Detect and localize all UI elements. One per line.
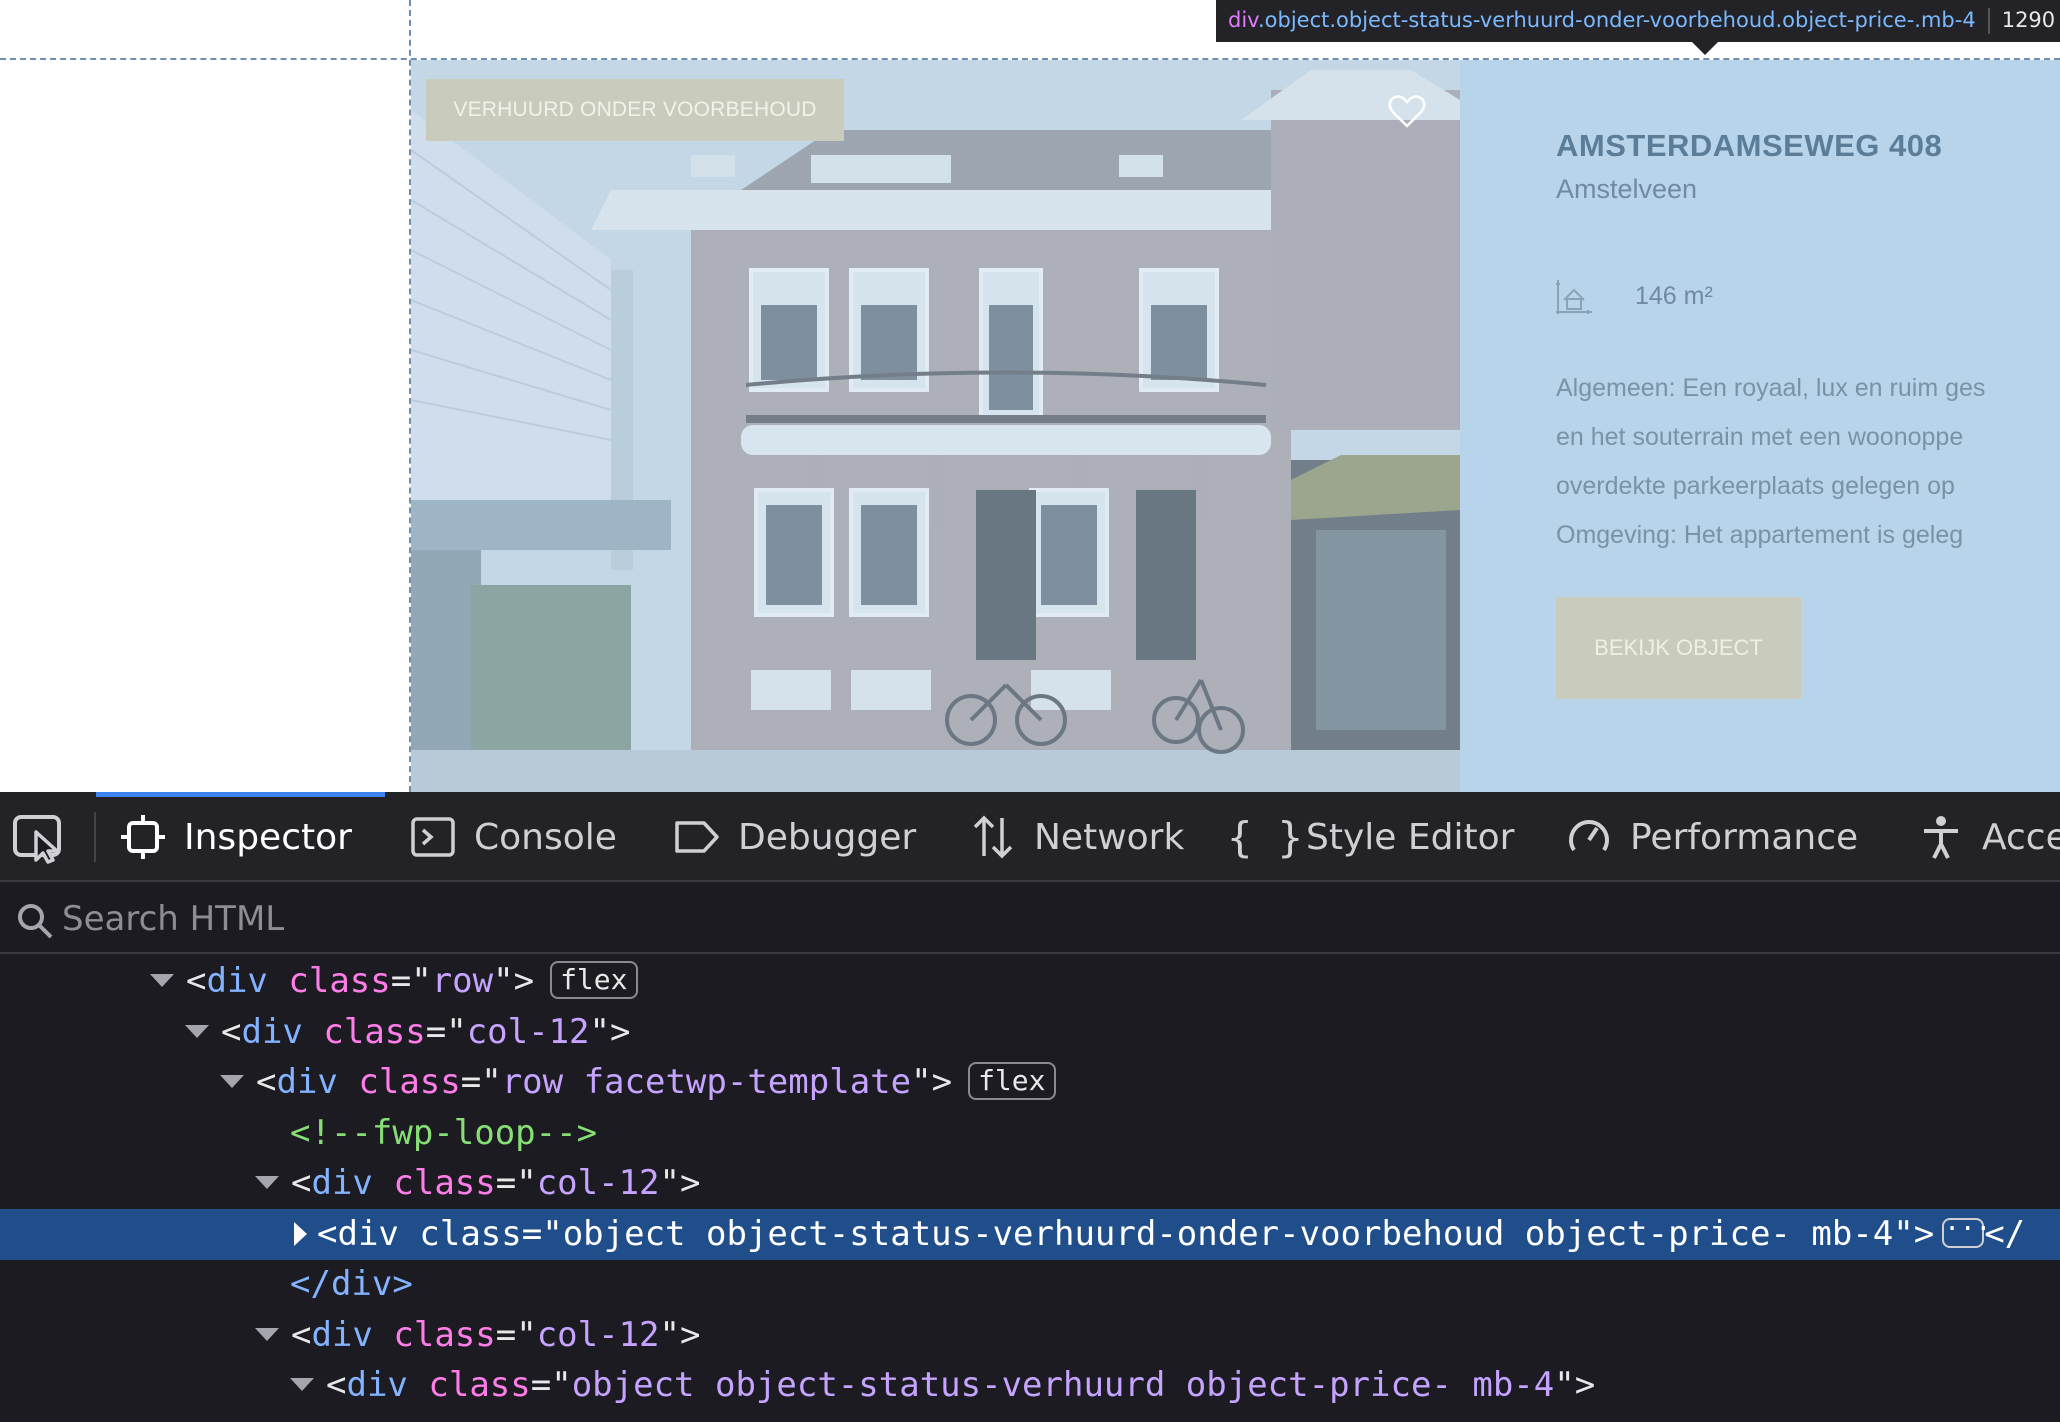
expand-arrow-icon[interactable] — [255, 1328, 279, 1341]
tab-label: Acce — [1982, 816, 2060, 858]
element-picker-icon[interactable] — [12, 814, 66, 864]
expand-arrow-icon[interactable] — [220, 1075, 244, 1088]
flex-badge[interactable]: flex — [968, 1061, 1056, 1100]
infobar-tag: div — [1228, 8, 1258, 32]
tab-debugger[interactable]: Debugger — [674, 792, 916, 882]
tree-node[interactable]: <div class="row"> flex — [0, 956, 2060, 1007]
style-editor-icon: { } — [1227, 812, 1303, 862]
tab-console[interactable]: Console — [410, 792, 617, 882]
tab-label: Inspector — [184, 816, 352, 858]
view-object-button[interactable]: BEKIJK OBJECT — [1556, 597, 1801, 699]
closing-tag: </div> — [290, 1264, 413, 1304]
living-area-icon — [1556, 280, 1592, 314]
search-icon — [18, 904, 53, 939]
highlighter-infobar: div.object.object-status-verhuurd-onder-… — [1216, 0, 2060, 42]
status-badge: VERHUURD ONDER VOORBEHOUD — [426, 79, 844, 141]
object-description: Algemeen: Een royaal, lux en ruim ges en… — [1556, 364, 2060, 560]
html-search-bar — [0, 884, 2060, 954]
tree-node[interactable]: <div class="col-12"> — [0, 1007, 2060, 1058]
tree-node[interactable]: <div class="col-12"> — [0, 1310, 2060, 1361]
building-photo — [411, 60, 1460, 792]
description-line: en het souterrain met een woonoppe — [1556, 423, 1964, 451]
tab-label: Performance — [1630, 816, 1859, 858]
expand-arrow-icon[interactable] — [150, 974, 174, 987]
living-area-value: 146 m² — [1635, 282, 1713, 310]
tree-node[interactable]: <div class="object object-status-verhuur… — [0, 1360, 2060, 1411]
tab-inspector[interactable]: Inspector — [120, 792, 352, 882]
tree-node[interactable]: <div class="col-12"> — [0, 1158, 2060, 1209]
toolbar-divider — [94, 812, 96, 862]
heart-icon[interactable] — [1387, 92, 1427, 132]
tab-label: Debugger — [738, 816, 917, 858]
collapse-arrow-icon[interactable] — [294, 1221, 307, 1246]
tree-node[interactable]: </div> — [0, 1259, 2060, 1310]
tab-performance[interactable]: Performance — [1566, 792, 1858, 882]
infobar-classes: .object.object-status-verhuurd-onder-voo… — [1257, 8, 1976, 32]
object-title[interactable]: AMSTERDAMSEWEG 408 — [1556, 128, 1942, 164]
tab-accessibility[interactable]: Acce — [1918, 792, 2060, 882]
tab-network[interactable]: Network — [970, 792, 1184, 882]
console-icon — [410, 814, 456, 860]
tab-label: Console — [474, 816, 617, 858]
debugger-icon — [674, 814, 720, 860]
infobar-arrow — [1692, 42, 1718, 55]
expand-arrow-icon[interactable] — [255, 1176, 279, 1189]
devtools-toolbar: Inspector Console Debugger Network { } S… — [0, 792, 2060, 882]
tab-label: Style Editor — [1306, 816, 1515, 858]
tree-node-selected[interactable]: <div class="object object-status-verhuur… — [0, 1209, 2060, 1260]
tab-label: Network — [1034, 816, 1185, 858]
tree-node[interactable]: <!--fwp-loop--> — [0, 1108, 2060, 1159]
infobar-separator — [1987, 8, 1990, 34]
markup-tree: <div class="row"> flex <div class="col-12… — [0, 956, 2060, 1422]
object-info-panel: AMSTERDAMSEWEG 408 Amstelveen 146 m² Alg… — [1460, 60, 2060, 792]
page-viewport: VERHUURD ONDER VOORBEHOUD AMSTERDAMSEWEG… — [0, 0, 2060, 792]
html-comment: <!--fwp-loop--> — [290, 1113, 598, 1153]
tree-node[interactable]: <div class="row facetwp-template"> flex — [0, 1057, 2060, 1108]
object-photo[interactable]: VERHUURD ONDER VOORBEHOUD — [411, 60, 1460, 792]
description-line: Algemeen: Een royaal, lux en ruim ges — [1556, 374, 1986, 402]
network-icon — [970, 814, 1016, 860]
performance-icon — [1566, 814, 1612, 860]
expand-arrow-icon[interactable] — [185, 1025, 209, 1038]
flex-badge[interactable]: flex — [550, 960, 638, 999]
object-city: Amstelveen — [1556, 174, 1698, 204]
tab-style-editor[interactable]: { } Style Editor — [1227, 792, 1515, 882]
expand-arrow-icon[interactable] — [290, 1378, 314, 1391]
more-content-icon[interactable]: ··· — [1942, 1216, 1991, 1248]
devtools-panel: Inspector Console Debugger Network { } S… — [0, 792, 2060, 1422]
infobar-size: 1290 — [2001, 8, 2056, 32]
accessibility-icon — [1918, 814, 1964, 860]
description-line: Omgeving: Het appartement is geleg — [1556, 521, 1964, 549]
description-line: overdekte parkeerplaats gelegen op — [1556, 472, 1955, 500]
object-card[interactable]: VERHUURD ONDER VOORBEHOUD AMSTERDAMSEWEG… — [411, 60, 2060, 792]
search-html-input[interactable] — [62, 892, 1962, 946]
inspector-icon — [120, 814, 166, 860]
